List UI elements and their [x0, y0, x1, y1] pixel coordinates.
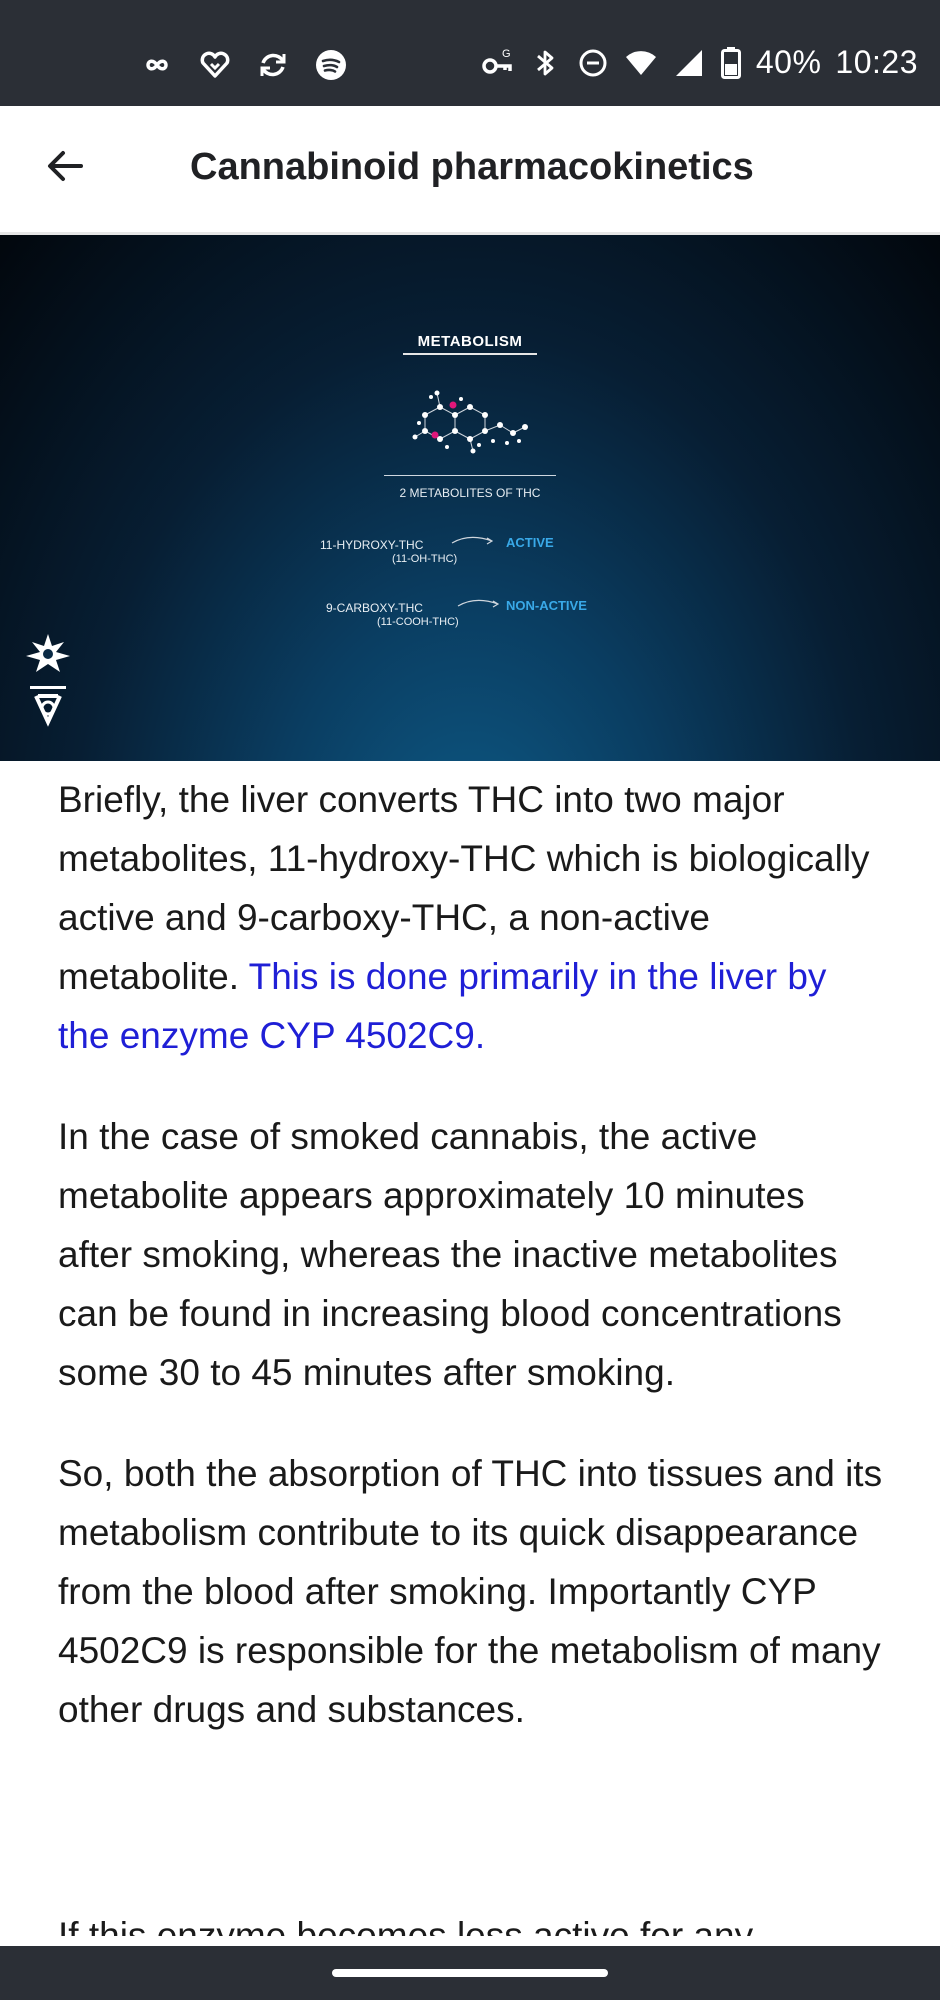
back-button[interactable] [30, 131, 100, 201]
vpn-key-icon: G [480, 46, 514, 80]
app-bar: Cannabinoid pharmacokinetics [0, 106, 940, 235]
spotify-icon [314, 48, 348, 82]
slide-subtitle: 2 METABOLITES OF THC [399, 486, 541, 500]
heart-icon [198, 48, 232, 82]
navigation-bar [0, 1946, 940, 2000]
article-body: Briefly, the liver converts THC into two… [58, 770, 888, 1781]
battery-icon [720, 46, 742, 80]
arrow-left-icon [43, 144, 87, 188]
system-icons: G 40% 10:23 [480, 44, 918, 81]
infinity-icon [140, 48, 174, 82]
heading-underline [403, 353, 537, 355]
page-title: Cannabinoid pharmacokinetics [190, 146, 754, 188]
wifi-icon [624, 46, 658, 80]
arrow-right-icon [451, 536, 494, 545]
paragraph-4-cutoff: If this enzyme becomes less active for a… [58, 1906, 888, 1936]
notification-icons [140, 48, 348, 82]
sync-icon [256, 48, 290, 82]
do-not-disturb-icon [576, 46, 610, 80]
metabolite-2-name: 9-CARBOXY-THC [326, 601, 423, 615]
metabolite-1-name: 11-HYDROXY-THC [320, 538, 424, 552]
university-logo [26, 634, 70, 727]
thc-molecule-illustration [412, 390, 528, 454]
paragraph-1: Briefly, the liver converts THC into two… [58, 770, 888, 1065]
battery-percent: 40% [755, 44, 822, 80]
paragraph-4: If this enzyme becomes less active for a… [58, 1915, 754, 1936]
paragraph-3: So, both the absorption of THC into tiss… [58, 1453, 883, 1730]
bluetooth-icon [528, 46, 562, 80]
paragraph-2: In the case of smoked cannabis, the acti… [58, 1116, 842, 1393]
slide-heading: METABOLISM [417, 333, 523, 350]
arrow-right-icon [457, 599, 500, 608]
metabolite-2-status: NON-ACTIVE [506, 598, 587, 613]
home-gesture-handle[interactable] [332, 1969, 608, 1977]
status-bar: G 40% 10:23 [0, 0, 940, 106]
metabolite-2-abbr: (11-COOH-THC) [377, 616, 459, 628]
clock: 10:23 [835, 44, 918, 80]
metabolite-1-abbr: (11-OH-THC) [392, 553, 458, 565]
metabolism-slide-image: METABOLISM 2 METABOLITES OF THC 11-HYDRO… [0, 235, 940, 761]
metabolite-1-status: ACTIVE [506, 535, 554, 550]
svg-text:G: G [502, 48, 511, 60]
signal-icon [672, 46, 706, 80]
subtitle-rule [384, 475, 556, 476]
